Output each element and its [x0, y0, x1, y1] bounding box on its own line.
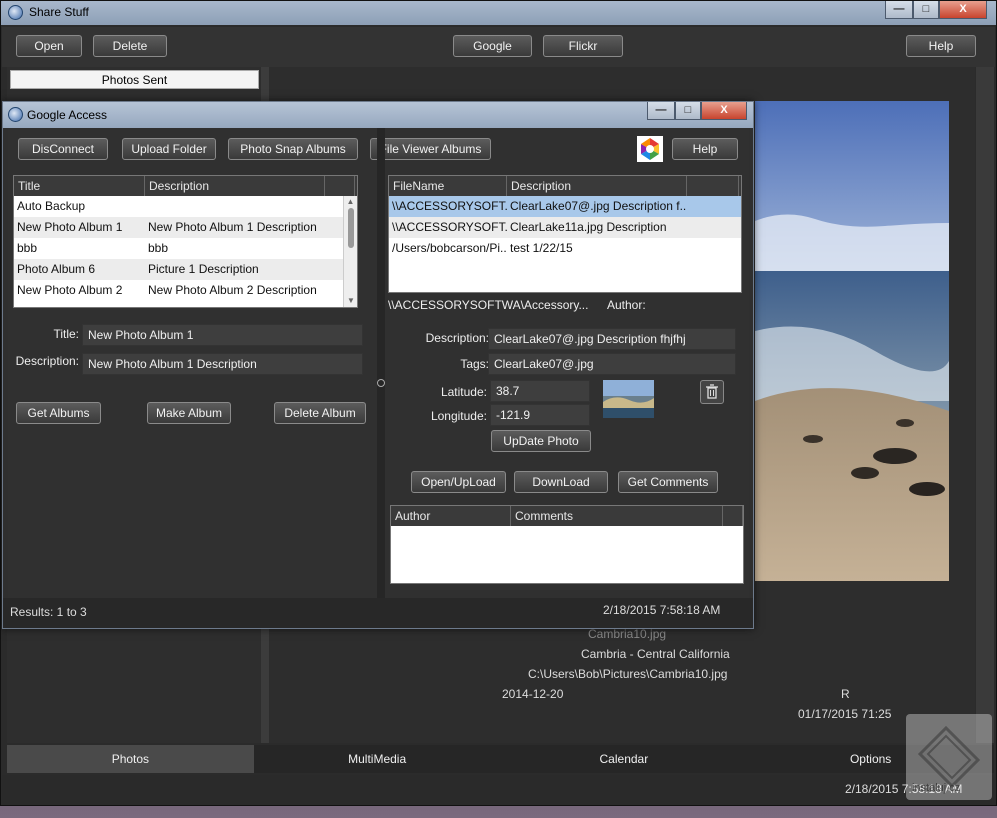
google-access-dialog: Google Access — □ X DisConnect Upload Fo… — [2, 101, 754, 629]
open-button[interactable]: Open — [16, 35, 82, 57]
disconnect-button[interactable]: DisConnect — [18, 138, 108, 160]
comments-table: Author Comments — [390, 505, 744, 584]
app-title: Share Stuff — [29, 5, 89, 19]
bottom-tabs: Photos MultiMedia Calendar Options — [7, 745, 994, 773]
files-table: FileName Description \\ACCESSORYSOFT... … — [388, 175, 742, 293]
maximize-button[interactable]: □ — [913, 1, 939, 19]
google-button[interactable]: Google — [453, 35, 532, 57]
latitude-label: Latitude: — [440, 385, 487, 399]
splitter-handle-icon[interactable] — [377, 379, 385, 387]
files-header-filename[interactable]: FileName — [389, 176, 507, 196]
table-row[interactable]: bbb bbb — [14, 238, 357, 259]
get-comments-button[interactable]: Get Comments — [618, 471, 718, 493]
main-status-bar: 2/18/2015 7:58:18 AM — [2, 775, 995, 805]
dialog-logo-icon — [8, 107, 23, 122]
dialog-minimize-button[interactable]: — — [647, 102, 675, 120]
album-description-label: Description: — [15, 354, 79, 368]
albums-table: Title Description Auto Backup New Photo … — [13, 175, 358, 308]
main-title-bar: Share Stuff — □ X — [1, 1, 996, 25]
table-row[interactable]: \\ACCESSORYSOFT... ClearLake11a.jpg Desc… — [389, 217, 741, 238]
dialog-maximize-button[interactable]: □ — [675, 102, 701, 120]
dialog-title: Google Access — [27, 108, 108, 122]
latitude-input[interactable]: 38.7 — [490, 380, 590, 402]
close-button[interactable]: X — [939, 1, 987, 19]
tab-calendar[interactable]: Calendar — [501, 745, 748, 773]
albums-header-title[interactable]: Title — [14, 176, 145, 196]
delete-photo-button[interactable] — [700, 380, 724, 404]
photo-location: Cambria - Central California — [581, 647, 730, 661]
main-toolbar: Open Delete Google Flickr Help — [2, 27, 995, 67]
photo-description-input[interactable]: ClearLake07@.jpg Description fhjfhj — [488, 328, 736, 350]
tab-multimedia[interactable]: MultiMedia — [254, 745, 501, 773]
table-row[interactable]: New Photo Album 2 New Photo Album 2 Desc… — [14, 280, 357, 301]
watermark-text: instaluj.cz — [912, 782, 961, 794]
photo-filename: Cambria10.jpg — [588, 627, 667, 641]
trash-icon — [706, 384, 718, 399]
flickr-button[interactable]: Flickr — [543, 35, 623, 57]
photo-thumbnail[interactable] — [603, 380, 654, 418]
help-button[interactable]: Help — [906, 35, 976, 57]
longitude-label: Longitude: — [430, 409, 487, 423]
file-viewer-albums-button[interactable]: File Viewer Albums — [370, 138, 491, 160]
minimize-button[interactable]: — — [885, 1, 913, 19]
dialog-status-bar: Results: 1 to 3 2/18/2015 7:58:18 AM — [3, 598, 753, 628]
table-row[interactable]: Photo Album 6 Picture 1 Description — [14, 259, 357, 280]
open-upload-button[interactable]: Open/UpLoad — [411, 471, 506, 493]
delete-album-button[interactable]: Delete Album — [274, 402, 366, 424]
photo-flag: R — [841, 687, 850, 701]
scroll-down-arrow-icon[interactable]: ▼ — [344, 295, 357, 307]
photo-path: C:\Users\Bob\Pictures\Cambria10.jpg — [528, 667, 728, 681]
dialog-help-button[interactable]: Help — [672, 138, 738, 160]
albums-header-description[interactable]: Description — [145, 176, 325, 196]
photo-date: 2014-12-20 — [502, 687, 564, 701]
tab-photos[interactable]: Photos — [7, 745, 254, 773]
photos-sent-header[interactable]: Photos Sent — [10, 70, 259, 89]
albums-scroll-thumb[interactable] — [347, 208, 354, 248]
table-row[interactable]: Auto Backup — [14, 196, 357, 217]
dialog-title-bar: Google Access — □ X — [3, 102, 753, 128]
files-header-description[interactable]: Description — [507, 176, 687, 196]
comments-header-author[interactable]: Author — [391, 506, 511, 526]
albums-scrollbar[interactable]: ▲ ▼ — [343, 196, 357, 307]
photo-datetime: 01/17/2015 71:25 — [798, 707, 892, 721]
table-row[interactable]: /Users/bobcarson/Pi... test 1/22/15 — [389, 238, 741, 259]
dialog-close-button[interactable]: X — [701, 102, 747, 120]
longitude-input[interactable]: -121.9 — [490, 404, 590, 426]
instaluj-watermark: instaluj.cz — [906, 714, 992, 800]
selected-file-path: \\ACCESSORYSOFTWA\Accessory... — [388, 298, 589, 312]
get-albums-button[interactable]: Get Albums — [16, 402, 101, 424]
table-row[interactable]: \\ACCESSORYSOFT... ClearLake07@.jpg Desc… — [389, 196, 741, 217]
photo-description-label: Description: — [425, 331, 489, 345]
beach-photo — [755, 101, 949, 581]
album-title-input[interactable]: New Photo Album 1 — [82, 324, 363, 346]
app-logo-icon — [8, 5, 23, 20]
dialog-status-datetime: 2/18/2015 7:58:18 AM — [603, 603, 721, 617]
scroll-up-arrow-icon[interactable]: ▲ — [344, 196, 357, 208]
photo-snap-albums-button[interactable]: Photo Snap Albums — [228, 138, 358, 160]
right-scrollbar[interactable] — [976, 67, 994, 743]
table-row[interactable]: New Photo Album 1 New Photo Album 1 Desc… — [14, 217, 357, 238]
update-photo-button[interactable]: UpDate Photo — [491, 430, 591, 452]
results-count: Results: 1 to 3 — [10, 605, 87, 619]
album-description-input[interactable]: New Photo Album 1 Description — [82, 353, 363, 375]
album-title-label: Title: — [53, 327, 79, 341]
comments-header-comments[interactable]: Comments — [511, 506, 723, 526]
delete-button[interactable]: Delete — [93, 35, 167, 57]
upload-folder-button[interactable]: Upload Folder — [122, 138, 216, 160]
panel-splitter[interactable] — [377, 128, 385, 622]
author-label: Author: — [607, 298, 646, 312]
tags-label: Tags: — [460, 357, 489, 371]
download-button[interactable]: DownLoad — [514, 471, 608, 493]
picasa-logo-icon — [637, 136, 663, 162]
tags-input[interactable]: ClearLake07@.jpg — [488, 353, 736, 375]
make-album-button[interactable]: Make Album — [147, 402, 231, 424]
